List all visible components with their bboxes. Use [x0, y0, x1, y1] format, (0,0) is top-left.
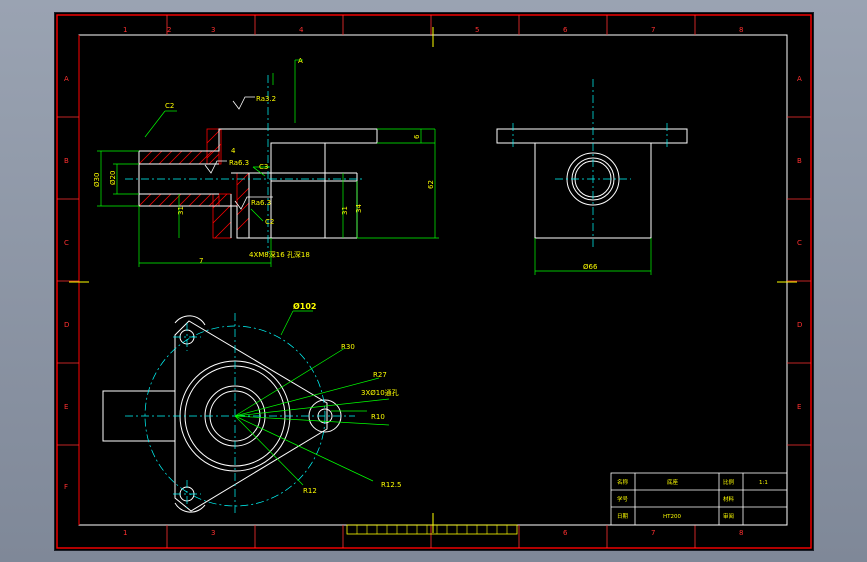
- tb-label-id: 学号: [617, 495, 629, 503]
- roughness-ra6-3-right: Ra6.3: [251, 199, 271, 207]
- zone-col-7-bottom: 7: [651, 529, 655, 537]
- zone-col-8-bottom: 8: [739, 529, 743, 537]
- tb-value-scale: 1:1: [759, 480, 768, 486]
- inner-drawing-frame: [78, 34, 788, 526]
- zone-col-2: 2: [167, 26, 171, 34]
- zone-col-5: 5: [475, 26, 479, 34]
- side-view-outline: [496, 128, 688, 239]
- dim-dia30: Ø30: [93, 173, 101, 187]
- tb-value-name: 底座: [667, 478, 679, 486]
- dim-dia102: Ø102: [293, 301, 317, 311]
- title-block-text: 名称 底座 比例 1:1 学号 材料 HT200 日期 审阅: [617, 478, 768, 520]
- section-hatching: [138, 128, 250, 239]
- tb-label-material: 材料: [723, 495, 735, 503]
- section-outline: [138, 128, 378, 239]
- thread-note: 4XM8深16 孔深18: [249, 250, 310, 259]
- tb-label-date: 日期: [617, 513, 629, 520]
- zone-col-1-bottom: 1: [123, 529, 127, 537]
- bottom-scale-strip: [346, 524, 518, 535]
- hole-note-3xdia10: 3XØ10通孔: [361, 388, 399, 397]
- zone-row-d-right: D: [797, 321, 802, 329]
- zone-row-e: E: [64, 403, 68, 411]
- zone-col-6: 6: [563, 26, 568, 34]
- zone-col-3: 3: [211, 26, 215, 34]
- plan-view-labels: Ø102 R30 R27 3XØ10通孔 R10 R12.5 R12: [293, 301, 401, 495]
- zone-row-d: D: [64, 321, 69, 329]
- zone-row-f: F: [64, 483, 68, 491]
- zone-col-4: 4: [299, 26, 304, 34]
- dim-dia20: Ø20: [109, 171, 117, 185]
- tb-value-material: HT200: [663, 514, 681, 520]
- chamfer-c3: C3: [259, 163, 268, 171]
- chamfer-c2-bottom: C2: [265, 218, 274, 226]
- roughness-ra6-3-mid: Ra6.3: [229, 159, 249, 167]
- zone-col-6-bottom: 6: [563, 529, 568, 537]
- zone-row-b: B: [64, 157, 69, 165]
- dim-6: 6: [413, 134, 421, 139]
- zone-row-c-right: C: [797, 239, 802, 247]
- drawing-viewport[interactable]: 1 2 3 4 5 6 7 8 1 3 6 7 8 A B C D E F A …: [54, 12, 814, 551]
- chamfer-c2-top: C2: [165, 102, 174, 110]
- section-labels: A C2 Ra3.2 Ra6.3 C3 Ra6.3 C2 4XM8深16 孔深1…: [93, 57, 435, 265]
- plan-view[interactable]: Ø102 R30 R27 3XØ10通孔 R10 R12.5 R12: [102, 301, 401, 513]
- zone-col-8: 8: [739, 26, 743, 34]
- dim-r27: R27: [373, 371, 387, 379]
- plan-view-outline: [102, 315, 342, 513]
- zone-row-c: C: [64, 239, 69, 247]
- dim-7: 7: [199, 257, 203, 265]
- dim-31-right: 31: [341, 206, 349, 215]
- dim-31-left: 31: [177, 206, 185, 215]
- zone-col-1: 1: [123, 26, 127, 34]
- title-block[interactable]: 名称 底座 比例 1:1 学号 材料 HT200 日期 审阅: [610, 472, 788, 526]
- tb-label-scale: 比例: [723, 478, 735, 486]
- plan-view-leaders: [234, 310, 390, 486]
- zone-col-3-bottom: 3: [211, 529, 215, 537]
- zone-ticks: [57, 15, 811, 548]
- zone-row-a: A: [64, 75, 69, 83]
- dim-r30: R30: [341, 343, 355, 351]
- zone-row-e-right: E: [797, 403, 801, 411]
- roughness-symbols: [204, 96, 273, 210]
- dim-62: 62: [427, 180, 435, 189]
- sheet-center-marks: [69, 27, 797, 533]
- dim-dia66: Ø66: [583, 263, 598, 271]
- dim-4: 4: [231, 147, 236, 155]
- zone-row-a-right: A: [797, 75, 802, 83]
- tb-label-review: 审阅: [723, 512, 734, 520]
- zone-row-b-right: B: [797, 157, 802, 165]
- dim-r10: R10: [371, 413, 385, 421]
- section-marker-a: A: [298, 57, 303, 65]
- dim-r12-5: R12.5: [381, 481, 401, 489]
- tb-label-name: 名称: [617, 478, 629, 486]
- roughness-ra3-2: Ra3.2: [256, 95, 276, 103]
- dim-34: 34: [355, 204, 363, 213]
- outer-sheet-border: [56, 14, 812, 549]
- side-view-centerlines: [512, 79, 668, 249]
- dim-r12: R12: [303, 487, 317, 495]
- front-section-view[interactable]: A C2 Ra3.2 Ra6.3 C3 Ra6.3 C2 4XM8深16 孔深1…: [93, 57, 439, 267]
- cad-drawing-canvas[interactable]: 1 2 3 4 5 6 7 8 1 3 6 7 8 A B C D E F A …: [55, 13, 813, 550]
- zone-col-7: 7: [651, 26, 655, 34]
- side-view[interactable]: Ø66: [496, 79, 688, 275]
